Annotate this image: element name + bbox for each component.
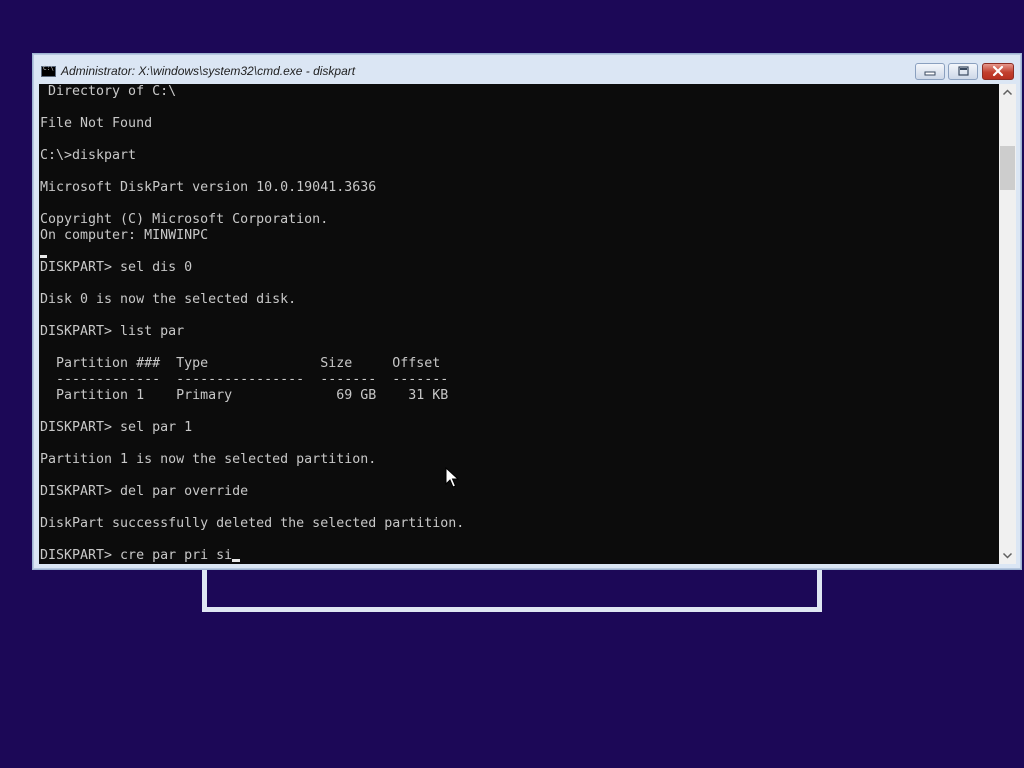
console-line-text: Disk 0 is now the selected disk. (40, 292, 297, 307)
console-line-text: Directory of C:\ (40, 84, 177, 99)
console-line: Directory of C:\ (40, 84, 464, 100)
console-line-text: File Not Found (40, 116, 153, 131)
console-line-text: Microsoft DiskPart version 10.0.19041.36… (40, 180, 377, 195)
minimize-button[interactable] (915, 63, 945, 80)
console-lines: Directory of C:\ File Not Found C:\>diskpa… (40, 84, 464, 564)
console-line: DISKPART> sel dis 0 (40, 260, 464, 276)
text-cursor-artifact (40, 255, 47, 258)
console-line-text: C:\>diskpart (40, 148, 137, 163)
chevron-down-icon (1002, 552, 1013, 559)
console-line: Partition 1 Primary 69 GB 31 KB (40, 388, 464, 404)
console-line-text: DISKPART> list par (40, 324, 185, 339)
console-line-text: Copyright (C) Microsoft Corporation. (40, 212, 329, 227)
console-line: DiskPart successfully deleted the select… (40, 516, 464, 532)
maximize-icon (958, 66, 969, 76)
maximize-button[interactable] (948, 63, 978, 80)
console-output[interactable]: Directory of C:\ File Not Found C:\>diskpa… (39, 84, 999, 564)
text-cursor (232, 559, 241, 562)
console-line-text: ------------- ---------------- ------- -… (40, 372, 449, 387)
console-line: C:\>diskpart (40, 148, 464, 164)
console-line-text: DiskPart successfully deleted the select… (40, 516, 465, 531)
vertical-scrollbar[interactable] (999, 84, 1016, 564)
scroll-thumb[interactable] (1000, 146, 1015, 190)
chevron-up-icon (1002, 89, 1013, 96)
console-line-text: DISKPART> del par override (40, 484, 249, 499)
console-line-text: Partition ### Type Size Offset (40, 356, 441, 371)
console-line: Partition 1 is now the selected partitio… (40, 452, 464, 468)
window-title: Administrator: X:\windows\system32\cmd.e… (61, 64, 356, 78)
console-line: DISKPART> sel par 1 (40, 420, 464, 436)
console-line: ------------- ---------------- ------- -… (40, 372, 464, 388)
console-line: File Not Found (40, 116, 464, 132)
scroll-down-button[interactable] (999, 547, 1016, 564)
console-line: Copyright (C) Microsoft Corporation. (40, 212, 464, 228)
console-line-text: On computer: MINWINPC (40, 228, 209, 243)
cmd-window[interactable]: Administrator: X:\windows\system32\cmd.e… (32, 53, 1022, 570)
console-line: DISKPART> list par (40, 324, 464, 340)
minimize-icon (924, 71, 936, 76)
console-line: Partition ### Type Size Offset (40, 356, 464, 372)
console-line-text: Partition 1 Primary 69 GB 31 KB (40, 388, 449, 403)
console-line: Disk 0 is now the selected disk. (40, 292, 464, 308)
scroll-up-button[interactable] (999, 84, 1016, 101)
cmd-icon (41, 65, 56, 77)
console-line-text: DISKPART> cre par pri si (40, 548, 233, 563)
console-line-text: DISKPART> sel dis 0 (40, 260, 193, 275)
close-button[interactable] (982, 63, 1014, 80)
desktop: Administrator: X:\windows\system32\cmd.e… (0, 0, 1024, 768)
console-line: On computer: MINWINPC (40, 228, 464, 244)
console-line: DISKPART> del par override (40, 484, 464, 500)
arrow-pointer-icon (445, 467, 459, 488)
console-line-text: DISKPART> sel par 1 (40, 420, 193, 435)
title-bar[interactable]: Administrator: X:\windows\system32\cmd.e… (33, 54, 1021, 84)
console-line-text: Partition 1 is now the selected partitio… (40, 452, 377, 467)
console-line: Microsoft DiskPart version 10.0.19041.36… (40, 180, 464, 196)
close-icon (992, 65, 1004, 77)
console-line: DISKPART> cre par pri si (40, 548, 464, 564)
